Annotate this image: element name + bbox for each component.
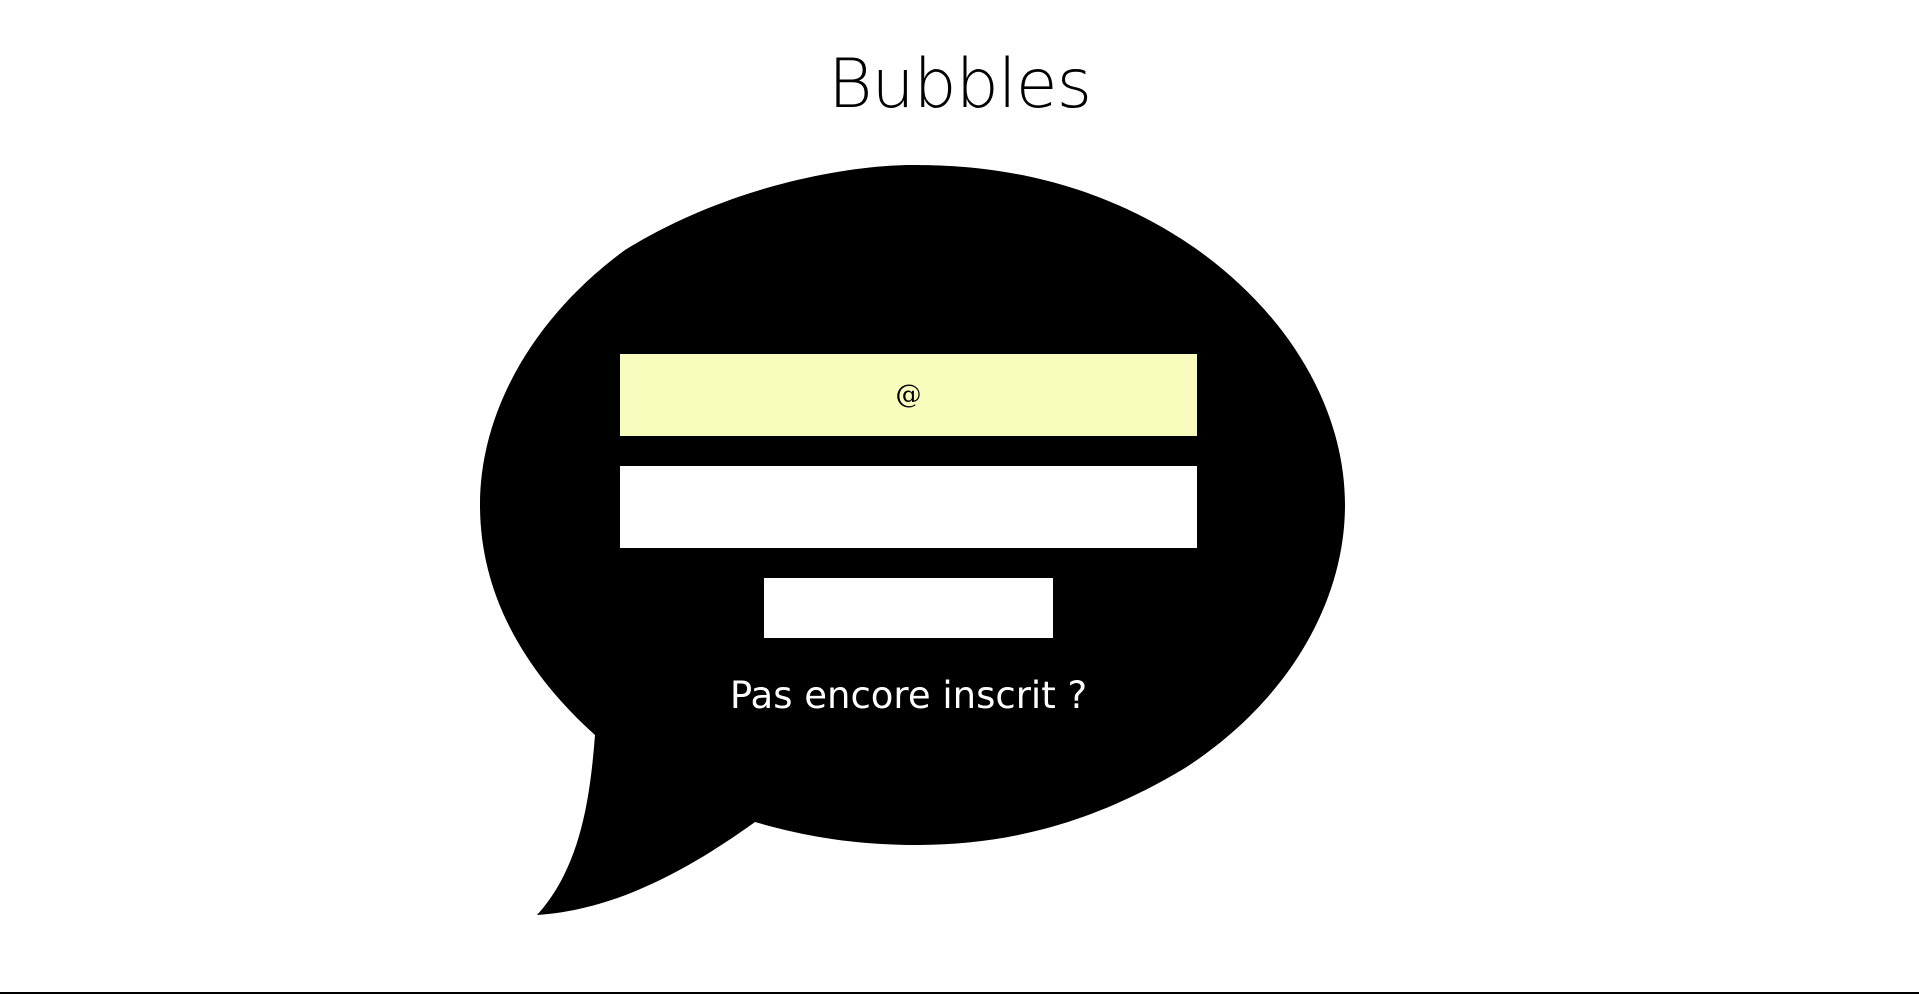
email-field[interactable] [620,354,1197,436]
login-page: Bubbles Pas encore inscrit ? [0,0,1919,994]
password-field[interactable] [620,466,1197,548]
login-button[interactable] [764,578,1053,638]
signup-link[interactable]: Pas encore inscrit ? [620,672,1197,720]
